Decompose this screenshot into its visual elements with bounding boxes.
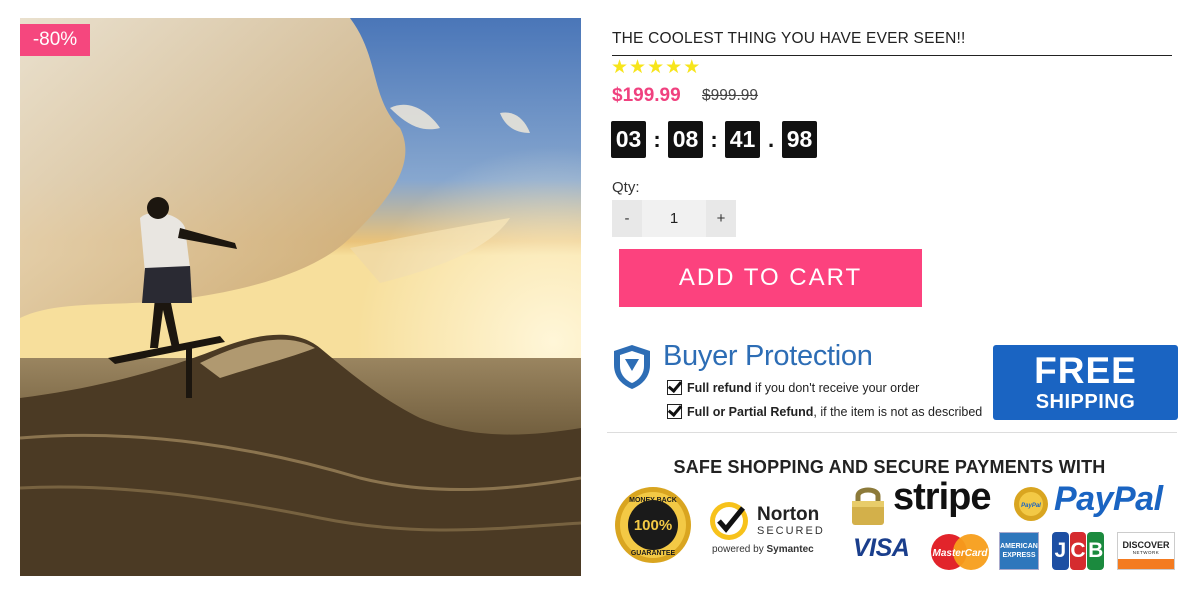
buyer-protection-item: Full refund if you don't receive your or… [667, 380, 919, 395]
product-image[interactable] [20, 18, 581, 576]
buyer-protection-title: Buyer Protection [663, 340, 873, 372]
checkbox-checked-icon [667, 404, 682, 419]
visa-logo: VISA [853, 534, 910, 562]
quantity-increment-button[interactable]: + [706, 200, 736, 237]
mastercard-label: MasterCard [932, 548, 988, 559]
quantity-decrement-button[interactable]: - [612, 200, 642, 237]
free-shipping-badge: FREE SHIPPING [993, 345, 1178, 420]
discover-label: DISCOVER [1122, 540, 1170, 550]
secure-payments-heading: SAFE SHOPPING AND SECURE PAYMENTS WITH [673, 457, 1106, 477]
money-back-guarantee-seal: MONEY BACK 100% GUARANTEE [615, 487, 691, 563]
discount-badge: -80% [20, 24, 90, 56]
shield-icon [614, 345, 650, 389]
money-back-bottom-text: GUARANTEE [631, 550, 676, 557]
product-page: -80% THE COOLEST THING YOU HAVE EVER SEE… [0, 0, 1200, 601]
product-title: THE COOLEST THING YOU HAVE EVER SEEN!! [612, 30, 1172, 56]
checkbox-checked-icon [667, 380, 682, 395]
sale-price: $199.99 [612, 85, 681, 106]
discover-stripe [1118, 559, 1174, 569]
refund-label: Full refund [687, 380, 752, 395]
paypal-logo: PayPal [1054, 480, 1163, 518]
norton-secured-badge: Norton SECURED powered by Symantec [707, 500, 835, 560]
amex-line-2: EXPRESS [1002, 552, 1036, 559]
symantec-label: Symantec [766, 544, 814, 555]
star-icon: ★ [611, 57, 629, 78]
star-icon: ★ [629, 57, 647, 78]
money-back-percent: 100% [634, 517, 672, 534]
discover-sub-label: NETWORK [1132, 550, 1160, 555]
buyer-protection-item: Full or Partial Refund, if the item is n… [667, 404, 982, 419]
mastercard-logo: MasterCard [931, 534, 989, 570]
star-icon: ★ [683, 57, 701, 78]
money-back-top-text: MONEY BACK [629, 497, 677, 504]
american-express-logo: AMERICAN EXPRESS [999, 532, 1039, 570]
refund-detail: if you don't receive your order [751, 380, 920, 395]
paypal-verified-seal: PayPal [1014, 487, 1048, 521]
countdown-separator: . [767, 126, 775, 152]
powered-by-text: powered by [712, 544, 767, 555]
add-to-cart-button[interactable]: ADD TO CART [619, 249, 922, 307]
discover-logo: DISCOVER NETWORK [1117, 532, 1175, 570]
quantity-stepper: - + [612, 200, 736, 237]
stripe-logo: stripe [893, 476, 991, 518]
countdown-timer: 03 : 08 : 41 . 98 [611, 121, 817, 158]
free-shipping-small: SHIPPING [1035, 391, 1136, 413]
amex-line-1: AMERICAN [1000, 543, 1038, 550]
countdown-hours: 08 [668, 121, 703, 158]
surfer-photo [20, 18, 581, 576]
rating-stars: ★ ★ ★ ★ ★ [611, 57, 700, 79]
star-icon: ★ [665, 57, 683, 78]
paypal-seal-text: PayPal [1021, 503, 1041, 509]
countdown-separator: : [710, 126, 718, 152]
norton-secured-label: SECURED [757, 525, 825, 537]
countdown-seconds: 98 [782, 121, 817, 158]
padlock-icon [852, 487, 884, 525]
norton-powered-by: powered by Symantec [712, 544, 814, 555]
jcb-letter: C [1069, 532, 1087, 570]
countdown-separator: : [653, 126, 661, 152]
partial-refund-label: Full or Partial Refund [687, 404, 814, 419]
original-price: $999.99 [702, 87, 759, 104]
jcb-logo: J C B [1052, 532, 1105, 570]
divider [607, 432, 1177, 433]
partial-refund-detail: , if the item is not as described [813, 404, 983, 419]
star-icon: ★ [647, 57, 665, 78]
countdown-minutes: 41 [725, 121, 760, 158]
jcb-letter: B [1087, 532, 1105, 570]
quantity-input[interactable] [642, 200, 706, 237]
norton-check-icon [710, 502, 748, 540]
jcb-letter: J [1052, 532, 1069, 570]
countdown-days: 03 [611, 121, 646, 158]
norton-label: Norton [757, 504, 820, 525]
quantity-label: Qty: [612, 179, 640, 196]
free-shipping-big: FREE [1034, 350, 1137, 391]
